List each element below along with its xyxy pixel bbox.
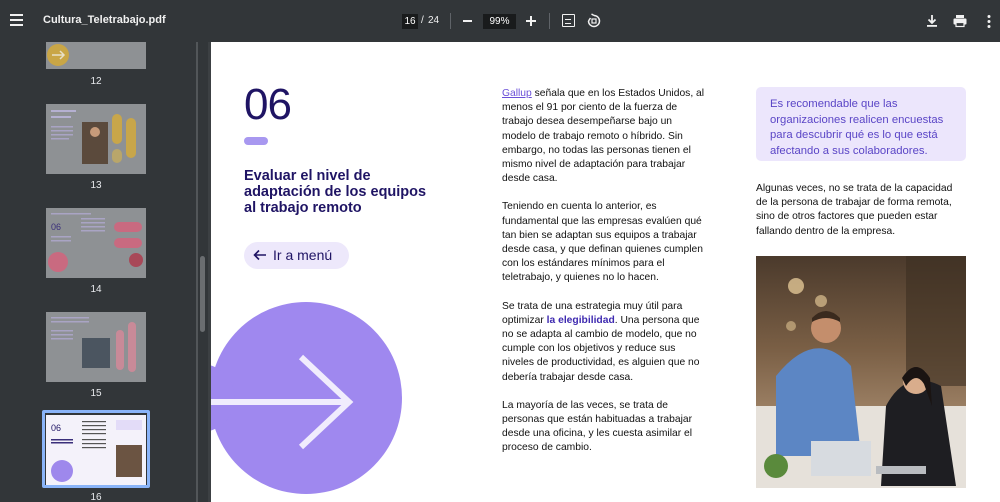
print-icon[interactable] (951, 11, 969, 31)
thumbnail-page-13[interactable] (46, 104, 146, 174)
page-separator: / (421, 15, 424, 26)
thumbnail-page-12[interactable] (46, 42, 146, 69)
paragraph-5: Algunas veces, no se trata de la capacid… (756, 183, 953, 237)
more-options-icon[interactable] (980, 11, 998, 31)
zoom-out-button[interactable] (461, 12, 475, 30)
page-number-input[interactable]: 16 (402, 14, 418, 29)
toolbar-divider (450, 13, 451, 29)
pdf-toolbar: Cultura_Teletrabajo.pdf 16 / 24 99% (0, 0, 1000, 42)
svg-text:06: 06 (51, 222, 61, 232)
back-to-menu-button[interactable]: Ir a menú (244, 242, 349, 269)
thumbnail-label: 13 (90, 180, 102, 191)
section-title: Evaluar el nivel de adaptación de los eq… (244, 168, 427, 216)
zoom-input[interactable]: 99% (483, 14, 516, 29)
menu-icon[interactable] (10, 11, 28, 31)
pdf-page: 06 Evaluar el nivel de adaptación de los… (211, 42, 1000, 502)
download-icon[interactable] (923, 11, 941, 31)
paragraph-2: Teniendo en cuenta lo anterior, es funda… (502, 201, 703, 284)
sidebar-scrollbar[interactable] (198, 42, 208, 502)
highlight-callout: Es recomendable que las organizaciones r… (756, 87, 966, 161)
thumbnail-label: 15 (90, 388, 102, 399)
body-column-2: Algunas veces, no se trata de la capacid… (756, 182, 966, 253)
arrow-left-icon (253, 249, 266, 261)
paragraph-3: Se trata de una estrategia muy útil para… (502, 300, 707, 385)
accent-pill (244, 137, 268, 145)
paragraph-1: Gallup señala que en los Estados Unidos,… (502, 87, 707, 186)
toolbar-divider (549, 13, 550, 29)
scrollbar-thumb[interactable] (200, 256, 205, 332)
back-to-menu-label: Ir a menú (273, 247, 333, 263)
body-column-1: Gallup señala que en los Estados Unidos,… (502, 87, 707, 470)
rotate-icon[interactable] (586, 13, 602, 29)
thumbnail-page-15[interactable] (46, 312, 146, 382)
thumbnail-page-14[interactable]: 06 (46, 208, 146, 278)
section-number: 06 (244, 80, 292, 129)
zoom-in-button[interactable] (524, 12, 538, 30)
thumbnail-label: 16 (90, 492, 102, 502)
paragraph-4: La mayoría de las veces, se trata de per… (502, 399, 693, 454)
page-total: 24 (428, 15, 440, 26)
svg-text:06: 06 (51, 423, 61, 433)
gallup-link[interactable]: Gallup (502, 88, 532, 99)
thumbnail-page-16[interactable]: 06 (46, 415, 146, 485)
document-title: Cultura_Teletrabajo.pdf (43, 14, 166, 26)
office-photo (756, 256, 966, 488)
thumbnail-sidebar: 12 13 06 14 15 06 16 (0, 42, 196, 502)
thumbnail-label: 14 (90, 284, 102, 295)
paragraph-1-text: señala que en los Estados Unidos, al men… (502, 88, 705, 185)
elegibilidad-link[interactable]: la elegibilidad (547, 315, 615, 326)
thumbnail-label: 12 (90, 76, 102, 87)
fit-to-page-icon[interactable] (562, 14, 575, 27)
